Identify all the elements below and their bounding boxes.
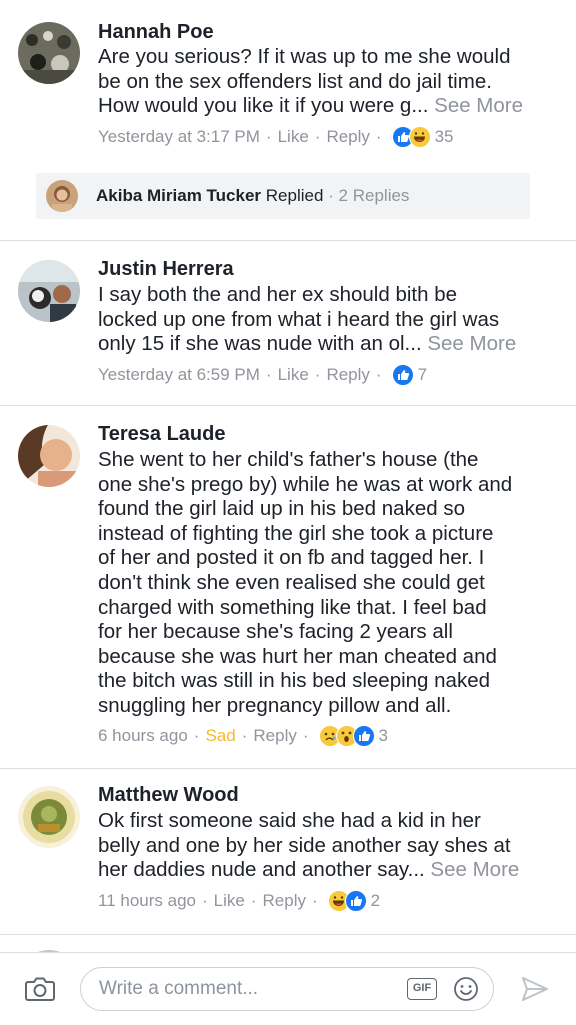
comment-line: one she's prego by) while he was at work… xyxy=(98,472,513,496)
camera-icon[interactable] xyxy=(24,975,56,1003)
comment-line: charged with something like that. I feel… xyxy=(98,595,487,619)
reply-link[interactable]: Reply xyxy=(326,126,369,148)
reaction-summary[interactable]: 3 xyxy=(318,725,388,747)
see-more-link[interactable]: See More xyxy=(430,858,519,881)
like-link[interactable]: Like xyxy=(214,890,245,912)
timestamp: 6 hours ago xyxy=(98,726,188,745)
send-icon[interactable] xyxy=(520,975,550,1003)
reaction-count: 2 xyxy=(370,891,381,910)
comment-line: Ok first someone said she had a kid in h… xyxy=(98,809,481,832)
reaction-count: 3 xyxy=(378,726,388,745)
comment-line: for her because she's facing 2 years all xyxy=(98,620,453,644)
comment-line: her daddies nude and another say... xyxy=(98,858,425,882)
comment-line: instead of fighting the girl she took a … xyxy=(98,521,494,545)
comment-meta: 6 hours ago · Sad · Reply · 3 xyxy=(98,725,388,747)
reaction-summary[interactable]: 7 xyxy=(391,364,428,386)
reaction-summary[interactable]: 35 xyxy=(391,126,454,148)
comment-composer: Write a comment... GIF xyxy=(0,952,576,1025)
reply-link[interactable]: Reply xyxy=(253,725,296,747)
comment-input-placeholder: Write a comment... xyxy=(99,978,259,999)
like-link[interactable]: Like xyxy=(278,126,309,148)
comment-line: How would you like it if you were g... xyxy=(98,94,429,118)
emoji-icon[interactable] xyxy=(453,976,479,1002)
see-more-link[interactable]: See More xyxy=(434,94,523,117)
commenter-name[interactable]: Teresa Laude xyxy=(98,422,225,446)
timestamp: 11 hours ago xyxy=(98,891,196,910)
comment-text: She went to her child's father's house (… xyxy=(98,448,566,719)
commenter-name[interactable]: Hannah Poe xyxy=(98,20,214,44)
like-icon xyxy=(391,364,414,386)
comment-line: the bitch was still in his bed sleeping … xyxy=(98,669,491,693)
sad-reaction-link[interactable]: Sad xyxy=(205,725,235,747)
comment-meta: Yesterday at 3:17 PM · Like · Reply · 35 xyxy=(98,126,454,148)
comment-line: belly and one by her side another say sh… xyxy=(98,833,511,857)
replied-label: Replied xyxy=(265,186,324,205)
comment-line: be on the sex offenders list and do jail… xyxy=(98,69,492,93)
replier-name[interactable]: Akiba Miriam Tucker xyxy=(96,186,261,205)
see-more-link[interactable]: See More xyxy=(427,332,516,355)
comment-line: locked up one from what i heard the girl… xyxy=(98,307,500,331)
divider xyxy=(0,934,576,935)
commenter-name[interactable]: Justin Herrera xyxy=(98,257,234,281)
gif-button[interactable]: GIF xyxy=(407,978,437,1000)
divider xyxy=(0,240,576,241)
comment-text: Are you serious? If it was up to me she … xyxy=(98,45,566,119)
avatar[interactable] xyxy=(18,425,80,487)
comment-line: I say both the and her ex should bith be xyxy=(98,283,458,306)
comment-line: of her and posted it on fb and tagged he… xyxy=(98,546,485,570)
comment-input[interactable]: Write a comment... GIF xyxy=(80,967,494,1011)
haha-icon xyxy=(408,126,431,148)
replies-preview[interactable]: Akiba Miriam Tucker Replied · 2 Replies xyxy=(36,173,530,219)
comment-line: because she was hurt her man cheated and xyxy=(98,644,497,668)
divider xyxy=(0,768,576,769)
comment-meta: Yesterday at 6:59 PM · Like · Reply · 7 xyxy=(98,364,428,386)
reply-count[interactable]: 2 Replies xyxy=(339,186,410,205)
comments-feed[interactable]: Hannah Poe Are you serious? If it was up… xyxy=(0,0,576,952)
avatar[interactable] xyxy=(18,260,80,322)
reply-link[interactable]: Reply xyxy=(263,890,306,912)
comment-line: Are you serious? If it was up to me she … xyxy=(98,45,511,68)
like-icon xyxy=(344,890,367,912)
comment-line: found the girl laid up in his bed naked … xyxy=(98,497,465,521)
like-link[interactable]: Like xyxy=(278,364,309,386)
comment-line: don't think she even realised she could … xyxy=(98,570,485,594)
divider xyxy=(0,405,576,406)
reaction-count: 35 xyxy=(434,127,454,146)
timestamp: Yesterday at 6:59 PM xyxy=(98,365,260,384)
commenter-name[interactable]: Matthew Wood xyxy=(98,783,239,807)
like-icon xyxy=(352,725,375,747)
comment-line: only 15 if she was nude with an ol... xyxy=(98,332,422,356)
avatar[interactable] xyxy=(18,786,80,848)
timestamp: Yesterday at 3:17 PM xyxy=(98,127,260,146)
avatar xyxy=(46,180,78,212)
avatar[interactable] xyxy=(18,22,80,84)
reply-link[interactable]: Reply xyxy=(326,364,369,386)
comment-text: I say both the and her ex should bith be… xyxy=(98,283,566,357)
comment-line: snuggling her pregnancy pillow and all. xyxy=(98,693,452,717)
comment-meta: 11 hours ago · Like · Reply · 2 xyxy=(98,890,381,912)
reaction-count: 7 xyxy=(417,365,428,384)
comment-line: She went to her child's father's house (… xyxy=(98,448,479,471)
reaction-summary[interactable]: 2 xyxy=(327,890,381,912)
comment-text: Ok first someone said she had a kid in h… xyxy=(98,809,566,883)
